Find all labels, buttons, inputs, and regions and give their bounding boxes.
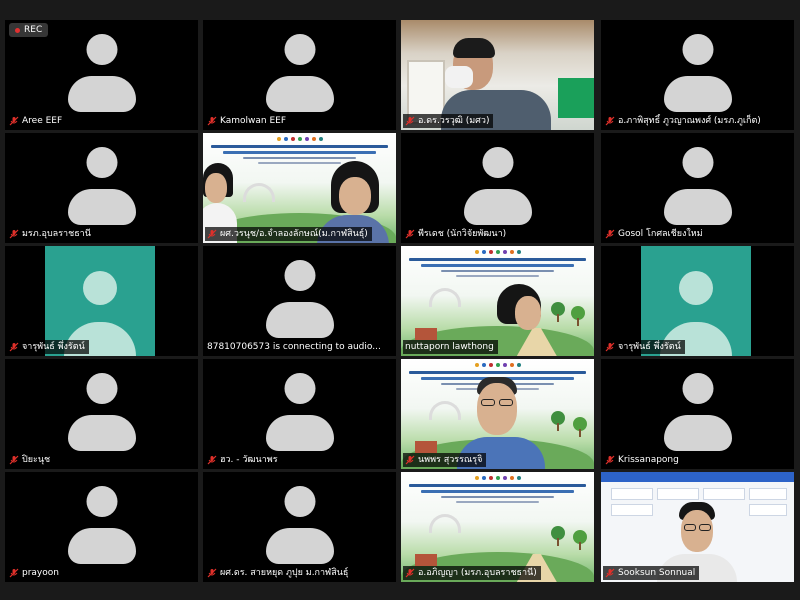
mic-muted-icon bbox=[605, 229, 615, 239]
active-speaker-tile[interactable]: นพพร สุวรรณรุจิ bbox=[401, 359, 594, 469]
participant-name-label: nuttaporn lawthong bbox=[403, 340, 498, 354]
participant-name-label: ผศ.วรนุช/อ.จำลองลักษณ์(ม.กาฬสินธุ์) bbox=[205, 227, 372, 241]
avatar-placeholder bbox=[67, 34, 136, 112]
participant-tile[interactable]: มรภ.อุบลราชธานี bbox=[5, 133, 198, 243]
mic-muted-icon bbox=[405, 455, 415, 465]
avatar-placeholder bbox=[265, 34, 334, 112]
participant-name-label: Krissanapong bbox=[603, 453, 683, 467]
avatar-placeholder bbox=[265, 373, 334, 451]
mic-muted-icon bbox=[405, 116, 415, 126]
participant-name: มรภ.อุบลราชธานี bbox=[22, 229, 91, 239]
participant-name: Gosol โกศลเชียงใหม่ bbox=[618, 229, 703, 239]
participant-name: nuttaporn lawthong bbox=[405, 342, 494, 352]
participant-video-tile[interactable]: Sooksun Sonnual bbox=[601, 472, 794, 582]
participant-tile[interactable]: ผศ.ดร. สายหยุด ภูปุย ม.กาฬสินธุ์ bbox=[203, 472, 396, 582]
participant-name-label: อ.ภาพิสุทธิ์ ภูวญาณพงศ์ (มรภ.ภูเก็ต) bbox=[603, 114, 765, 128]
participant-name: Krissanapong bbox=[618, 455, 679, 465]
participant-tile[interactable]: จารุพันธ์ พึ่งรัตน์ bbox=[5, 246, 198, 356]
participant-name-label: Sooksun Sonnual bbox=[603, 566, 700, 580]
mic-muted-icon bbox=[605, 342, 615, 352]
avatar-placeholder bbox=[67, 486, 136, 564]
mic-muted-icon bbox=[605, 116, 615, 126]
mic-muted-icon bbox=[207, 455, 217, 465]
mic-muted-icon bbox=[605, 455, 615, 465]
participant-name: พีรเดช (นักวิจัยพัฒนา) bbox=[418, 229, 507, 239]
participant-name-label: ปิยะนุช bbox=[7, 453, 55, 467]
participant-name-label: ฮว. - วัฒนาพร bbox=[205, 453, 282, 467]
participant-name: ผศ.วรนุช/อ.จำลองลักษณ์(ม.กาฬสินธุ์) bbox=[220, 229, 368, 239]
mic-muted-icon bbox=[9, 116, 19, 126]
participant-name: ปิยะนุช bbox=[22, 455, 51, 465]
mic-muted-icon bbox=[207, 568, 217, 578]
participant-name: อ.อภิญญา (มรภ.อุบลราชธานี) bbox=[418, 568, 537, 578]
participant-name-label: จารุพันธ์ พึ่งรัตน์ bbox=[7, 340, 89, 354]
mic-muted-icon bbox=[405, 229, 415, 239]
participant-tile[interactable]: อ.ภาพิสุทธิ์ ภูวญาณพงศ์ (มรภ.ภูเก็ต) bbox=[601, 20, 794, 130]
mic-muted-icon bbox=[207, 229, 217, 239]
participant-name-label: prayoon bbox=[7, 566, 63, 580]
mic-muted-icon bbox=[605, 568, 615, 578]
mic-muted-icon bbox=[9, 568, 19, 578]
record-dot-icon bbox=[15, 27, 20, 33]
avatar-placeholder bbox=[67, 373, 136, 451]
participant-name-label: Gosol โกศลเชียงใหม่ bbox=[603, 227, 707, 241]
participant-tile[interactable]: พีรเดช (นักวิจัยพัฒนา) bbox=[401, 133, 594, 243]
avatar-placeholder bbox=[265, 260, 334, 338]
participant-video-tile[interactable]: nuttaporn lawthong bbox=[401, 246, 594, 356]
participant-name: ผศ.ดร. สายหยุด ภูปุย ม.กาฬสินธุ์ bbox=[220, 568, 349, 578]
participant-video-tile[interactable]: อ.ดร.วรวุฒิ (มศว) bbox=[401, 20, 594, 130]
mic-muted-icon bbox=[9, 455, 19, 465]
participant-tile[interactable]: จารุพันธ์ พึ่งรัตน์ bbox=[601, 246, 794, 356]
participant-name-label: มรภ.อุบลราชธานี bbox=[7, 227, 95, 241]
avatar-placeholder bbox=[67, 147, 136, 225]
participant-tile[interactable]: 87810706573 is connecting to audio... bbox=[203, 246, 396, 356]
participant-name: 87810706573 is connecting to audio... bbox=[207, 342, 381, 352]
participant-name-label: อ.อภิญญา (มรภ.อุบลราชธานี) bbox=[403, 566, 541, 580]
recording-label: REC bbox=[24, 25, 43, 35]
participant-name-label: จารุพันธ์ พึ่งรัตน์ bbox=[603, 340, 685, 354]
participant-name: อ.ดร.วรวุฒิ (มศว) bbox=[418, 116, 490, 126]
participant-tile[interactable]: prayoon bbox=[5, 472, 198, 582]
participant-name: จารุพันธ์ พึ่งรัตน์ bbox=[618, 342, 681, 352]
participant-name-label: Aree EEF bbox=[7, 114, 67, 128]
participant-tile[interactable]: ปิยะนุช bbox=[5, 359, 198, 469]
participant-name-label: นพพร สุวรรณรุจิ bbox=[403, 453, 487, 467]
participant-name-label: พีรเดช (นักวิจัยพัฒนา) bbox=[403, 227, 511, 241]
avatar-placeholder bbox=[663, 34, 732, 112]
participant-name: ฮว. - วัฒนาพร bbox=[220, 455, 278, 465]
participant-video-tile[interactable]: อ.อภิญญา (มรภ.อุบลราชธานี) bbox=[401, 472, 594, 582]
avatar-placeholder bbox=[663, 147, 732, 225]
avatar-placeholder bbox=[663, 373, 732, 451]
mic-muted-icon bbox=[9, 229, 19, 239]
mic-muted-icon bbox=[405, 568, 415, 578]
participant-name: prayoon bbox=[22, 568, 59, 578]
participant-name: นพพร สุวรรณรุจิ bbox=[418, 455, 483, 465]
participant-name: Aree EEF bbox=[22, 116, 63, 126]
avatar-placeholder bbox=[265, 486, 334, 564]
participant-video-tile[interactable]: ผศ.วรนุช/อ.จำลองลักษณ์(ม.กาฬสินธุ์) bbox=[203, 133, 396, 243]
participant-name: อ.ภาพิสุทธิ์ ภูวญาณพงศ์ (มรภ.ภูเก็ต) bbox=[618, 116, 761, 126]
avatar-placeholder bbox=[463, 147, 532, 225]
mic-muted-icon bbox=[207, 116, 217, 126]
participant-tile[interactable]: Kamolwan EEF bbox=[203, 20, 396, 130]
participant-name: Kamolwan EEF bbox=[220, 116, 287, 126]
participant-name-label: ผศ.ดร. สายหยุด ภูปุย ม.กาฬสินธุ์ bbox=[205, 566, 353, 580]
participant-tile[interactable]: Krissanapong bbox=[601, 359, 794, 469]
video-gallery-grid: Aree EEF Kamolwan EEF อ.ดร.วรวุฒิ (มศว) … bbox=[5, 20, 797, 582]
participant-name: จารุพันธ์ พึ่งรัตน์ bbox=[22, 342, 85, 352]
recording-indicator: REC bbox=[9, 23, 49, 37]
participant-tile[interactable]: Gosol โกศลเชียงใหม่ bbox=[601, 133, 794, 243]
participant-tile[interactable]: ฮว. - วัฒนาพร bbox=[203, 359, 396, 469]
participant-name-label: อ.ดร.วรวุฒิ (มศว) bbox=[403, 114, 494, 128]
participant-name-label: 87810706573 is connecting to audio... bbox=[205, 340, 385, 354]
participant-name: Sooksun Sonnual bbox=[618, 568, 696, 578]
participant-name-label: Kamolwan EEF bbox=[205, 114, 291, 128]
mic-muted-icon bbox=[9, 342, 19, 352]
